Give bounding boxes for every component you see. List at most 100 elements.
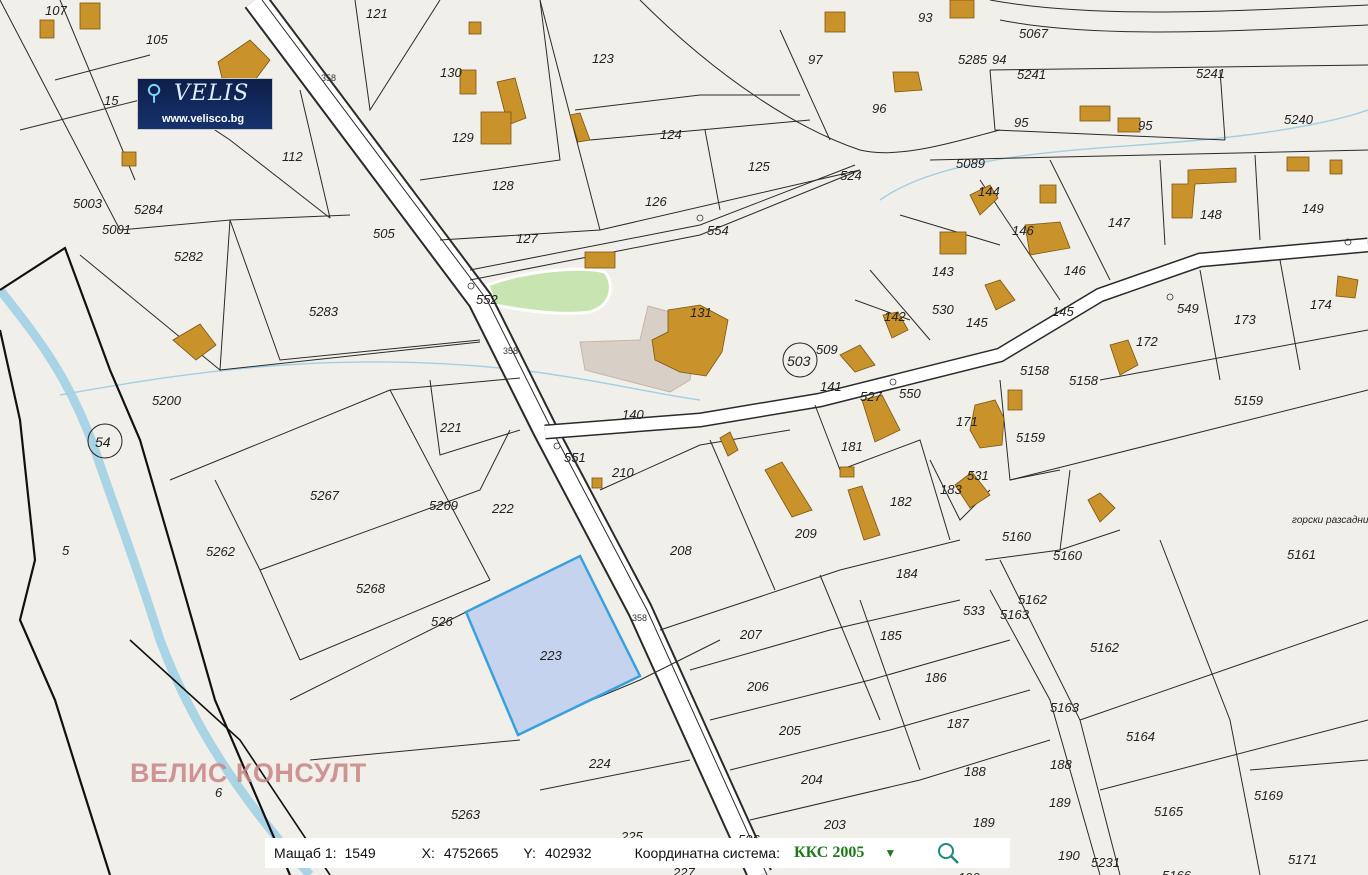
parcel-label: 207: [739, 627, 762, 642]
parcel-label: 5003: [73, 196, 103, 211]
parcel-label: 5: [62, 543, 70, 558]
parcel-label: 171: [956, 414, 978, 429]
parcel-label: 5200: [152, 393, 182, 408]
parcel-label: 145: [1052, 304, 1074, 319]
parcel-label: 146: [1012, 223, 1034, 238]
parcel-label: 5160: [1002, 529, 1032, 544]
watermark: ВЕЛИС КОНСУЛТ: [130, 758, 367, 788]
parcel-label: 204: [800, 772, 823, 787]
parcel-label: 145: [966, 315, 988, 330]
parcel-label: 5162: [1018, 592, 1048, 607]
parcel-label: 95: [1138, 118, 1153, 133]
parcel-label: 527: [860, 389, 882, 404]
parcel-label: 530: [932, 302, 954, 317]
parcel-label: 128: [492, 178, 514, 193]
parcel-label: 127: [516, 231, 538, 246]
status-bar: Мащаб 1: 1549 X: 4752665 Y: 402932 Коорд…: [265, 838, 1010, 868]
parcel-label: 5171: [1288, 852, 1317, 867]
parcel-label: 149: [1302, 201, 1324, 216]
parcel-label: 505: [373, 226, 395, 241]
x-label: X:: [421, 845, 435, 861]
parcel-label: 206: [746, 679, 769, 694]
parcel-label: 183: [940, 482, 962, 497]
parcel-label: 184: [896, 566, 918, 581]
parcel-label: 5067: [1019, 26, 1049, 41]
parcel-label: 112: [282, 149, 303, 164]
parcel-label: 531: [967, 468, 989, 483]
dropdown-arrow-icon[interactable]: ▼: [884, 846, 896, 860]
parcel-label: 524: [840, 168, 862, 183]
parcel-label: 189: [1049, 795, 1071, 810]
parcel-label: 208: [669, 543, 692, 558]
parcel-label: 5282: [174, 249, 204, 264]
parcel-label: 131: [690, 305, 712, 320]
parcel-label: 190: [1058, 848, 1080, 863]
parcel-label: 105: [146, 32, 168, 47]
parcel-label: 5169: [1254, 788, 1283, 803]
parcel-label: 142: [884, 309, 906, 324]
parcel-label: 181: [841, 439, 863, 454]
parcel-label: 93: [918, 10, 933, 25]
parcel-label: 554: [707, 223, 729, 238]
crs-value[interactable]: ККС 2005: [794, 844, 864, 862]
parcel-label: 186: [925, 670, 947, 685]
parcel-label: 190: [958, 870, 980, 875]
parcel-label: 141: [820, 379, 842, 394]
parcel-label: 185: [880, 628, 902, 643]
parcel-label: 224: [588, 756, 611, 771]
parcel-label: 222: [491, 501, 514, 516]
crs-label: Координатна система:: [634, 845, 780, 861]
parcel-label: 188: [964, 764, 986, 779]
parcel-label: 5162: [1090, 640, 1120, 655]
parcel-label: 5165: [1154, 804, 1184, 819]
section-marker-label: 54: [95, 434, 111, 450]
parcel-label: 172: [1136, 334, 1158, 349]
small-label: 358: [503, 346, 518, 356]
parcel-label: 210: [611, 465, 634, 480]
parcel-label: 96: [872, 101, 887, 116]
cadastral-map[interactable]: 54 503 107 105 121 130 129 123 93 5067 97 5285 94 5…: [0, 0, 1368, 875]
parcel-label: 5158: [1020, 363, 1050, 378]
parcel-label: 188: [1050, 757, 1072, 772]
parcel-label: 5284: [134, 202, 163, 217]
parcel-label: 5263: [451, 807, 481, 822]
y-coordinate: 402932: [544, 845, 592, 861]
parcel-label: 5160: [1053, 548, 1083, 563]
parcel-label: 5241: [1017, 67, 1046, 82]
parcel-label: 549: [1177, 301, 1199, 316]
parcel-label: 221: [439, 420, 462, 435]
parcel-label: 189: [973, 815, 995, 830]
parcel-label: 5269: [429, 498, 458, 513]
parcel-label: 144: [978, 184, 1000, 199]
parcel-label: 5231: [1091, 855, 1120, 870]
parcel-label: 5241: [1196, 66, 1225, 81]
parcel-label: 5285: [958, 52, 988, 67]
logo-brand: VELIS: [174, 81, 250, 106]
parcel-label: 5163: [1000, 607, 1030, 622]
parcel-label: 5001: [102, 222, 131, 237]
section-marker-label: 503: [787, 353, 811, 369]
parcel-label: 121: [366, 6, 388, 21]
velis-logo[interactable]: ⚲ VELIS www.velisco.bg: [137, 78, 273, 130]
scale-value: 1549: [344, 845, 376, 861]
parcel-label: 97: [808, 52, 823, 67]
parcel-label: 5089: [956, 156, 985, 171]
parcel-label: 5161: [1287, 547, 1316, 562]
parcel-label: 95: [1014, 115, 1029, 130]
parcel-label: 551: [564, 450, 586, 465]
parcel-label: 126: [645, 194, 667, 209]
parcel-label: 5159: [1016, 430, 1045, 445]
x-coordinate: 4752665: [443, 845, 499, 861]
parcel-label: 148: [1200, 207, 1222, 222]
parcel-label: 124: [660, 127, 682, 142]
parcel-label: 5240: [1284, 112, 1314, 127]
parcel-label: 130: [440, 65, 462, 80]
parcel-label: 143: [932, 264, 954, 279]
parcel-label: 203: [823, 817, 846, 832]
parcel-label: 123: [592, 51, 614, 66]
parcel-label: 223: [539, 648, 562, 663]
parcel-label: 5158: [1069, 373, 1099, 388]
search-icon[interactable]: [936, 841, 960, 865]
small-label: 358: [632, 613, 647, 623]
parcel-label: 173: [1234, 312, 1256, 327]
